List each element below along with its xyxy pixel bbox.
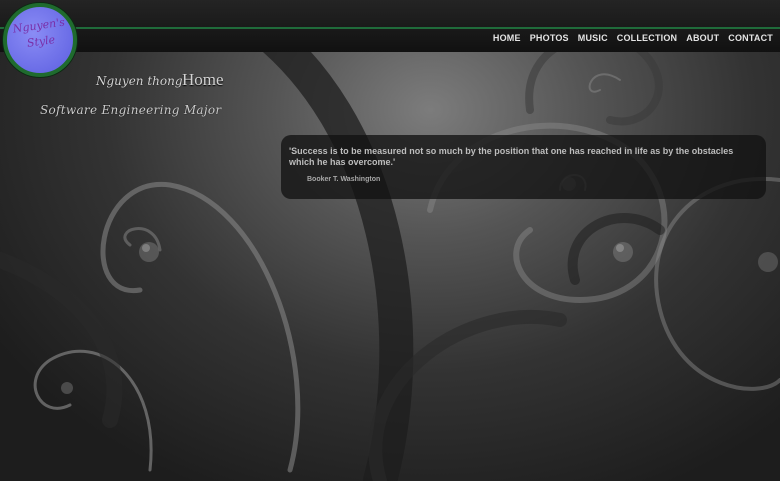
page-header: Nguyen thong Home Software Engineering M… xyxy=(40,70,280,134)
quote-author: Booker T. Washington xyxy=(307,176,381,183)
nav-contact[interactable]: CONTACT xyxy=(728,33,773,43)
site-logo[interactable]: Nguyen's Style xyxy=(3,3,77,77)
nav-photos[interactable]: PHOTOS xyxy=(530,33,569,43)
page-title: Home xyxy=(182,70,224,89)
quote-box: 'Success is to be measured not so much b… xyxy=(281,135,766,199)
subtitle-major: Software Engineering Major xyxy=(40,103,222,117)
decorative-swirl-background xyxy=(0,3,780,481)
logo-text: Nguyen's Style xyxy=(12,15,66,50)
nav-about[interactable]: ABOUT xyxy=(686,33,719,43)
owner-name: Nguyen thong xyxy=(96,74,183,88)
nav-collection[interactable]: COLLECTION xyxy=(617,33,678,43)
main-nav: HOME PHOTOS MUSIC COLLECTION ABOUT CONTA… xyxy=(493,33,773,43)
top-bar xyxy=(0,0,780,52)
nav-music[interactable]: MUSIC xyxy=(578,33,608,43)
quote-text: 'Success is to be measured not so much b… xyxy=(289,146,734,167)
top-bar-accent-line xyxy=(0,27,780,29)
page: Nguyen's Style HOME PHOTOS MUSIC COLLECT… xyxy=(0,0,780,481)
nav-home[interactable]: HOME xyxy=(493,33,521,43)
